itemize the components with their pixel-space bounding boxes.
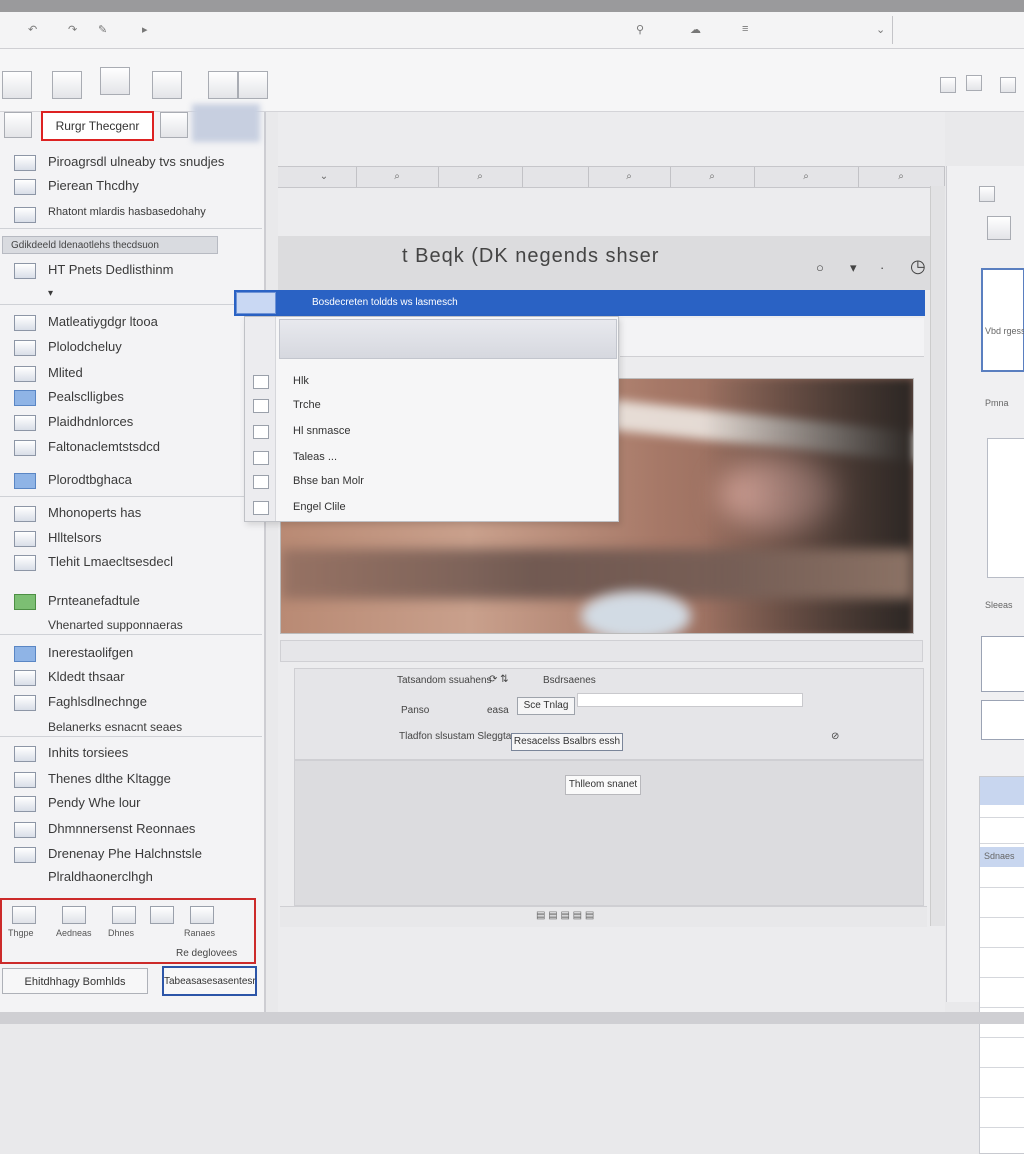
divider	[0, 634, 262, 635]
share-icon[interactable]	[966, 75, 982, 91]
thumb-label: Vbd rgessl	[985, 326, 1024, 336]
panel-label: Sleeas	[985, 600, 1013, 610]
panel-settings-icon[interactable]	[987, 216, 1011, 240]
column-header[interactable]: ⌕	[670, 167, 755, 187]
table-icon[interactable]	[2, 71, 32, 99]
sidebar-selected-row[interactable]: Gdikdeeld ldenaotlehs thecdsuon	[2, 236, 218, 254]
page-thumbnail[interactable]	[981, 268, 1024, 372]
column-header[interactable]	[522, 167, 589, 187]
column-header[interactable]: ⌕	[438, 167, 523, 187]
divider	[0, 304, 262, 305]
data-list[interactable]: Sdnaes	[979, 776, 1024, 1154]
form-label: Panso	[401, 705, 430, 716]
page-thumbnail[interactable]	[981, 636, 1024, 692]
undo-icon[interactable]: ↶	[28, 23, 37, 36]
dialog-title-bar: Bosdecreten toldds ws lasmesch	[234, 290, 925, 316]
menu-item[interactable]: Hl snmasce	[245, 421, 618, 443]
menu-icon[interactable]: ≡	[742, 23, 748, 35]
right-panel: Vbd rgessl Pmna Sleeas Sdnaes	[946, 166, 1024, 1154]
vertical-scrollbar[interactable]	[930, 186, 945, 926]
bottom-icon-label: Dhnes	[108, 928, 135, 938]
panel-icon[interactable]	[979, 186, 995, 202]
type-icon[interactable]	[12, 906, 36, 924]
menu-item[interactable]: Trche	[245, 395, 618, 417]
sidebar-blurred-tool	[192, 104, 260, 142]
page-thumbnail[interactable]	[981, 700, 1024, 740]
tag-button[interactable]: Sce Tnlag	[517, 697, 575, 715]
sidebar-grid-icon[interactable]	[160, 112, 188, 138]
right-action-button[interactable]: Tabeasasesasentesr	[162, 966, 257, 996]
dialog-toolbar-lower	[280, 640, 923, 662]
dialog-toolbar	[620, 318, 924, 357]
menu-item[interactable]: Taleas ...	[245, 447, 618, 469]
range-icon[interactable]	[190, 906, 214, 924]
divider	[0, 496, 262, 497]
divider	[0, 228, 262, 229]
refresh-icon[interactable]: ⟳ ⇅	[489, 674, 509, 685]
panel-label: Pmna	[985, 398, 1009, 408]
chart-icon[interactable]	[100, 67, 130, 95]
column-header[interactable]: ⌕	[754, 167, 859, 187]
layout-icon[interactable]	[208, 71, 238, 99]
divider	[0, 736, 262, 737]
window-top-strip	[0, 0, 1024, 12]
cloud-icon[interactable]: ☁	[690, 23, 701, 36]
columns-icon[interactable]	[152, 71, 182, 99]
menu-item[interactable]: Hlk	[245, 371, 618, 393]
page-icon[interactable]	[238, 71, 268, 99]
search-icon[interactable]: ⚲	[636, 23, 644, 36]
form-label: easa	[487, 705, 509, 716]
dot-icon[interactable]: ·	[880, 260, 884, 275]
clear-icon[interactable]: ⊘	[831, 731, 839, 742]
sidebar-tool-icon[interactable]	[4, 112, 32, 138]
bottom-icon-label: Aedneas	[56, 928, 92, 938]
bottom-icon-label: Thgpe	[8, 928, 34, 938]
bottom-icon-label: Ranaes	[184, 928, 216, 938]
menu-preview-strip	[279, 319, 617, 359]
column-header[interactable]: ⌕	[588, 167, 671, 187]
column-header[interactable]: ⌕	[356, 167, 439, 187]
status-bar: ▤ ▤ ▤ ▤ ▤	[280, 906, 927, 927]
clock-icon[interactable]: ◷	[910, 256, 926, 277]
ribbon	[0, 49, 1024, 112]
circle-icon[interactable]: ○	[816, 260, 824, 275]
bias-button[interactable]: Resacelss Bsalbrs essh	[511, 733, 623, 751]
list-label: Sdnaes	[984, 851, 1015, 861]
redo-icon[interactable]: ↷	[68, 23, 77, 36]
address-icon[interactable]	[62, 906, 86, 924]
lines-icon[interactable]	[112, 906, 136, 924]
column-header-bar: ⌄ ⌕ ⌕ ⌕ ⌕ ⌕ ⌕	[278, 166, 945, 188]
form-label: Bsdrsaenes	[543, 675, 596, 686]
dropdown-menu: Hlk Trche Hl snmasce Taleas ... Bhse ban…	[244, 316, 619, 522]
pager-icons[interactable]: ▤ ▤ ▤ ▤ ▤	[536, 910, 594, 921]
help-icon[interactable]	[1000, 77, 1016, 93]
form-panel: Tatsandom ssuahens ⟳ ⇅ Bsdrsaenes Panso …	[294, 668, 924, 760]
page-thumbnail[interactable]	[987, 438, 1024, 578]
toolbar-divider	[892, 16, 893, 44]
quick-access-toolbar: ↶ ↷ ✎ ▸ ⚲ ☁ ≡ ⌄	[0, 12, 1024, 49]
dialog-app-icon	[236, 292, 276, 314]
form-label: Tatsandom ssuahens	[397, 675, 492, 686]
column-header[interactable]: ⌕	[858, 167, 945, 187]
left-action-button[interactable]: Ehitdhhagy Bomhlds	[2, 968, 148, 994]
grid-icon[interactable]	[52, 71, 82, 99]
settings-icon[interactable]	[940, 77, 956, 93]
dialog-title: Bosdecreten toldds ws lasmesch	[312, 297, 458, 308]
caret-down-icon[interactable]: ▾	[850, 260, 857, 276]
text-input[interactable]	[577, 693, 803, 707]
pen-icon[interactable]: ✎	[98, 23, 107, 36]
confirm-button[interactable]: Thlleom snanet	[565, 775, 641, 795]
table-small-icon[interactable]	[150, 906, 174, 924]
sidebar-bottom-note: Re deglovees	[176, 948, 238, 959]
window-bottom-strip	[0, 1012, 1024, 1024]
dropdown-icon[interactable]: ⌄	[876, 23, 885, 36]
menu-item[interactable]: Bhse ban Molr	[245, 471, 618, 493]
menu-item[interactable]: Engel Clile	[245, 497, 618, 519]
arrow-icon[interactable]: ▸	[142, 23, 148, 36]
column-header[interactable]: ⌄	[292, 167, 357, 187]
document-title: t Beqk (DK negends shser	[402, 245, 660, 267]
form-label: Tladfon slsustam Sleggtas	[399, 731, 517, 742]
search-input[interactable]: Rurgr Thecgenr	[41, 111, 154, 141]
